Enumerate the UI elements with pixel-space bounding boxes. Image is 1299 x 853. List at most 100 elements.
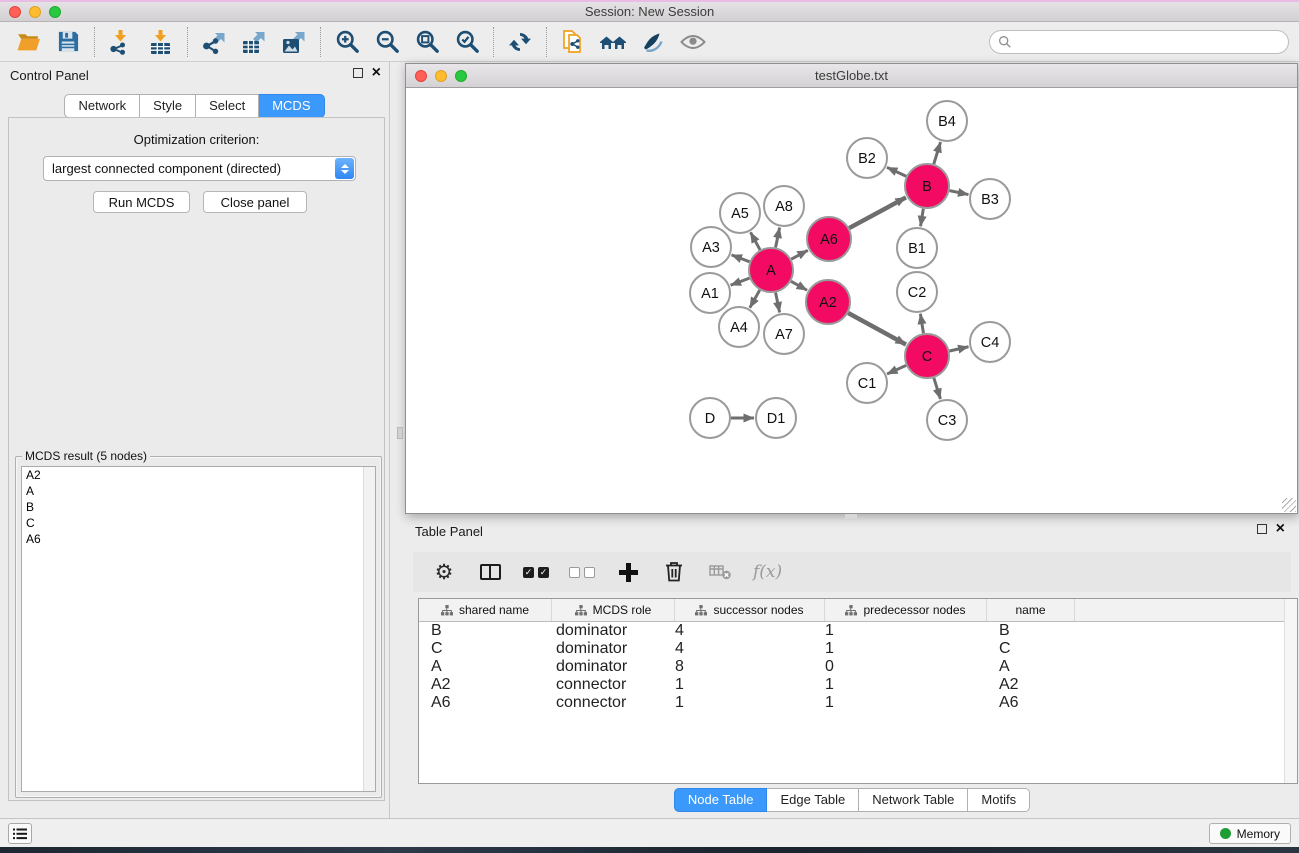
mcds-result-list[interactable]: A2ABCA6	[21, 466, 376, 792]
graph-edge-C-C1[interactable]	[887, 365, 906, 374]
splitter-handle[interactable]	[397, 427, 403, 439]
graph-node-A6[interactable]: A6	[807, 217, 851, 261]
result-list-item[interactable]: A	[22, 483, 375, 499]
tab-motifs[interactable]: Motifs	[968, 788, 1030, 812]
graph-node-C3[interactable]: C3	[927, 400, 967, 440]
graph-edge-A2-C[interactable]	[848, 313, 906, 344]
float-panel-icon[interactable]	[353, 68, 363, 78]
graph-edge-A-A4[interactable]	[750, 290, 760, 308]
graph-node-A[interactable]: A	[749, 248, 793, 292]
column-header-MCDS-role[interactable]: MCDS role	[552, 599, 675, 621]
graph-node-A5[interactable]: A5	[720, 193, 760, 233]
zoom-fit-icon[interactable]	[411, 25, 443, 59]
tab-select[interactable]: Select	[196, 94, 259, 118]
tab-network[interactable]: Network	[64, 94, 140, 118]
zoom-out-icon[interactable]	[371, 25, 403, 59]
graph-node-A3[interactable]: A3	[691, 227, 731, 267]
graph-edge-A6-B[interactable]	[849, 197, 906, 228]
graph-node-D1[interactable]: D1	[756, 398, 796, 438]
table-row[interactable]: Bdominator41B	[419, 622, 1297, 640]
save-session-icon[interactable]	[52, 25, 84, 59]
tab-edge-table[interactable]: Edge Table	[767, 788, 859, 812]
select-all-columns-icon[interactable]: ✓✓	[523, 557, 549, 587]
tab-network-table[interactable]: Network Table	[859, 788, 968, 812]
network-canvas[interactable]: B4 B2 B B3 A8A5 A6 A3 B1 A C2 A1 A2 A4A7 C4 C C1 D D1 C3	[406, 89, 1297, 513]
graph-node-D[interactable]: D	[690, 398, 730, 438]
column-header-name[interactable]: name	[987, 599, 1075, 621]
import-table-icon[interactable]	[145, 25, 177, 59]
open-session-icon[interactable]	[12, 25, 44, 59]
import-network-icon[interactable]	[105, 25, 137, 59]
delete-columns-icon[interactable]	[661, 557, 687, 587]
graph-node-C4[interactable]: C4	[970, 322, 1010, 362]
graph-node-A2[interactable]: A2	[806, 280, 850, 324]
add-column-icon[interactable]	[615, 557, 641, 587]
graph-edge-B-B4[interactable]	[934, 142, 941, 164]
graph-edge-A-A8[interactable]	[776, 228, 780, 248]
export-image-icon[interactable]	[278, 25, 310, 59]
tab-style[interactable]: Style	[140, 94, 196, 118]
table-row[interactable]: Adominator80A	[419, 658, 1297, 676]
search-input[interactable]	[1012, 35, 1280, 49]
column-header-predecessor-nodes[interactable]: predecessor nodes	[825, 599, 987, 621]
memory-button[interactable]: Memory	[1209, 823, 1291, 844]
graph-node-A7[interactable]: A7	[764, 314, 804, 354]
graph-node-A4[interactable]: A4	[719, 307, 759, 347]
close-panel-icon[interactable]: ×	[1276, 524, 1285, 534]
graph-edge-C-C3[interactable]	[934, 378, 941, 399]
graph-edge-A-A3[interactable]	[732, 255, 750, 262]
network-window-titlebar[interactable]: testGlobe.txt	[406, 64, 1297, 88]
graph-node-A1[interactable]: A1	[690, 273, 730, 313]
tab-node-table[interactable]: Node Table	[674, 788, 768, 812]
graph-edge-A-A2[interactable]	[791, 281, 807, 290]
graph-node-A8[interactable]: A8	[764, 186, 804, 226]
export-network-icon[interactable]	[198, 25, 230, 59]
float-panel-icon[interactable]	[1257, 524, 1267, 534]
tab-mcds[interactable]: MCDS	[259, 94, 324, 118]
refresh-icon[interactable]	[504, 25, 536, 59]
task-history-button[interactable]	[8, 823, 32, 844]
show-columns-icon[interactable]	[477, 557, 503, 587]
graph-node-B3[interactable]: B3	[970, 179, 1010, 219]
graph-edge-C-C4[interactable]	[949, 347, 968, 351]
table-row[interactable]: A6connector11A6	[419, 694, 1297, 712]
column-header-shared-name[interactable]: shared name	[419, 599, 552, 621]
graph-node-C1[interactable]: C1	[847, 363, 887, 403]
zoom-in-icon[interactable]	[331, 25, 363, 59]
result-list-item[interactable]: A2	[22, 467, 375, 483]
graph-edge-A-A1[interactable]	[731, 278, 750, 285]
criterion-select[interactable]: largest connected component (directed)	[43, 156, 356, 181]
result-list-item[interactable]: C	[22, 515, 375, 531]
graph-node-B4[interactable]: B4	[927, 101, 967, 141]
network-documents-icon[interactable]	[557, 25, 589, 59]
graph-edge-B-B3[interactable]	[950, 191, 969, 195]
table-scrollbar[interactable]	[1284, 599, 1297, 783]
graph-node-C[interactable]: C	[905, 334, 949, 378]
unselect-all-columns-icon[interactable]	[569, 557, 595, 587]
table-row[interactable]: Cdominator41C	[419, 640, 1297, 658]
home-overview-icon[interactable]	[597, 25, 629, 59]
graph-edge-A-A5[interactable]	[751, 232, 761, 249]
result-list-item[interactable]: A6	[22, 531, 375, 547]
graph-node-B1[interactable]: B1	[897, 228, 937, 268]
close-panel-button[interactable]: Close panel	[203, 191, 307, 213]
graph-edge-B-B1[interactable]	[921, 209, 924, 227]
table-settings-icon[interactable]: ⚙	[431, 557, 457, 587]
column-header-successor-nodes[interactable]: successor nodes	[675, 599, 825, 621]
graph-node-C2[interactable]: C2	[897, 272, 937, 312]
graph-edge-B-B2[interactable]	[887, 167, 906, 176]
export-table-icon[interactable]	[238, 25, 270, 59]
graph-node-B2[interactable]: B2	[847, 138, 887, 178]
result-list-scrollbar[interactable]	[363, 467, 375, 791]
graph-edge-A-A6[interactable]	[791, 250, 808, 259]
graph-edge-C-C2[interactable]	[920, 314, 923, 334]
zoom-selected-icon[interactable]	[451, 25, 483, 59]
graph-edge-A-A7[interactable]	[776, 293, 780, 313]
graphics-details-icon[interactable]	[637, 25, 669, 59]
birds-eye-view-icon[interactable]	[677, 25, 709, 59]
run-mcds-button[interactable]: Run MCDS	[93, 191, 190, 213]
close-panel-icon[interactable]: ×	[372, 68, 381, 78]
result-list-item[interactable]: B	[22, 499, 375, 515]
graph-node-B[interactable]: B	[905, 164, 949, 208]
window-resize-grip[interactable]	[1282, 498, 1296, 512]
